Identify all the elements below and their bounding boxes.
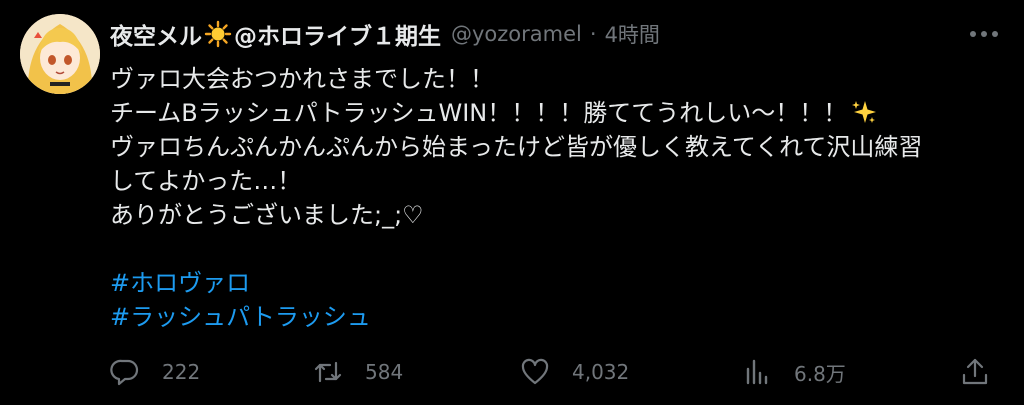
sun-icon [204, 20, 232, 48]
tweet-line-with-emoji: チームBラッシュパトラッシュWIN！！！！勝ててうれしい〜！！！ [110, 96, 1010, 130]
share-button[interactable] [960, 352, 990, 392]
view-count: 6.8万 [794, 361, 846, 386]
heart-icon [521, 358, 549, 385]
avatar[interactable] [20, 14, 100, 94]
tweet-header: 夜空メル @ホロライブ１期生 @yozoramel · 4時間 [110, 14, 660, 54]
separator-dot: · [589, 22, 597, 46]
tweet-line: チームBラッシュパトラッシュWIN！！！！勝ててうれしい〜！！！ [110, 99, 848, 127]
retweet-button[interactable]: 584 [313, 352, 403, 392]
tweet-text: ヴァロ大会おつかれさまでした！！ チームBラッシュパトラッシュWIN！！！！勝て… [110, 62, 1010, 334]
more-icon [970, 31, 998, 37]
reply-count: 222 [162, 360, 201, 384]
avatar-image [20, 14, 100, 94]
display-name-suffix[interactable]: @ホロライブ１期生 [234, 17, 441, 51]
tweet-line: ありがとうございました;_;♡ [110, 201, 424, 229]
display-name[interactable]: 夜空メル [110, 17, 202, 51]
retweet-icon [314, 361, 342, 383]
views-icon [746, 359, 768, 385]
reply-button[interactable]: 222 [110, 352, 200, 392]
timestamp[interactable]: 4時間 [605, 19, 660, 49]
reply-icon [110, 359, 139, 386]
tweet-line: ヴァロ大会おつかれさまでした！！ [110, 65, 494, 93]
retweet-count: 584 [365, 360, 404, 384]
hashtag-link[interactable]: #ラッシュパトラッシュ [110, 300, 1010, 334]
hashtag-link[interactable]: #ホロヴァロ [110, 266, 1010, 300]
sparkles-icon [851, 99, 877, 125]
tweet-line: してよかった…！ [110, 167, 302, 195]
like-button[interactable]: 4,032 [520, 352, 629, 392]
more-button[interactable] [964, 18, 1004, 50]
like-count: 4,032 [572, 360, 630, 384]
share-icon [962, 358, 988, 385]
tweet-line: ヴァロちんぷんかんぷんから始まったけど皆が優しく教えてくれて沢山練習 [110, 133, 923, 161]
views-button[interactable]: 6.8万 [742, 352, 846, 392]
action-bar: 222 584 4,032 6.8万 [110, 352, 1000, 392]
user-handle[interactable]: @yozoramel [451, 22, 582, 46]
